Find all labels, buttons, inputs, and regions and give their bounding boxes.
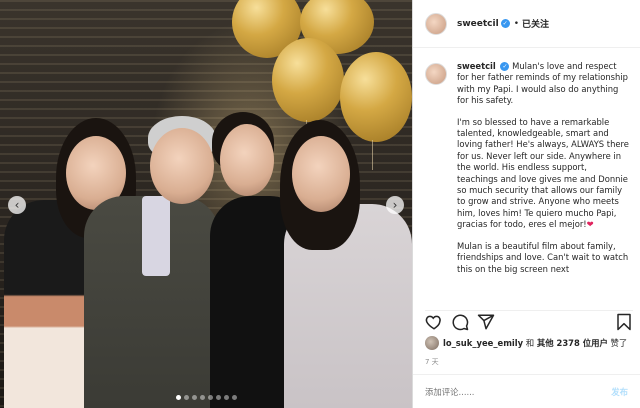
next-photo-button[interactable]: › — [386, 196, 404, 214]
caption-username-link[interactable]: sweetcil — [457, 61, 496, 71]
carousel-dot — [207, 395, 213, 400]
liker-username-link[interactable]: lo_suk_yee_emily — [443, 338, 523, 348]
carousel-dot — [191, 395, 197, 400]
username-link[interactable]: sweetcil — [457, 19, 499, 29]
separator-dot: • — [513, 18, 519, 29]
post-caption: sweetcil ✓ Mulan's love and respect for … — [457, 61, 630, 305]
caption-scroll-area[interactable]: sweetcil ✓ Mulan's love and respect for … — [413, 49, 640, 305]
avatar[interactable] — [425, 12, 447, 35]
carousel-dot — [223, 395, 229, 400]
carousel-dot — [199, 395, 205, 400]
gold-balloon — [272, 38, 344, 122]
post-side-panel: sweetcil ✓ • 已关注 sweetcil ✓ Mulan's love… — [412, 0, 640, 408]
carousel-dot — [183, 395, 189, 400]
red-heart-emoji: ❤ — [586, 219, 594, 230]
liker-avatar[interactable] — [425, 336, 439, 350]
post-header: sweetcil ✓ • 已关注 — [413, 0, 640, 48]
likes-suffix: 赞了 — [607, 338, 628, 348]
person-father-shirt — [142, 196, 170, 276]
gold-balloon — [340, 52, 412, 142]
chevron-left-icon: ‹ — [14, 198, 20, 212]
comment-composer: 发布 — [413, 374, 640, 408]
carousel-dot — [231, 395, 237, 400]
likes-count-link[interactable]: 其他 2378 位用户 — [537, 337, 608, 349]
paper-plane-icon[interactable] — [477, 313, 495, 331]
carousel-dot — [175, 395, 181, 400]
heart-outline-icon[interactable] — [425, 313, 443, 331]
caption-paragraph: I'm so blessed to have a remarkable tale… — [457, 116, 629, 230]
carousel-indicator — [0, 395, 412, 400]
person-father-face — [150, 128, 214, 204]
balloon-string — [372, 140, 373, 170]
bookmark-icon[interactable] — [615, 313, 633, 331]
likes-and: 和 — [523, 338, 537, 348]
post-actions-bar — [425, 310, 633, 332]
post-timestamp[interactable]: 7 天 — [425, 357, 439, 367]
carousel-dot — [215, 395, 221, 400]
prev-photo-button[interactable]: ‹ — [8, 196, 26, 214]
comment-input[interactable] — [425, 386, 612, 397]
person-right-face — [292, 136, 350, 212]
verified-badge-icon: ✓ — [500, 19, 510, 28]
likes-summary: lo_suk_yee_emily 和 其他 2378 位用户 赞了 — [425, 336, 627, 350]
verified-badge-icon: ✓ — [500, 62, 510, 71]
caption-paragraph: Mulan is a beautiful film about family, … — [457, 240, 629, 274]
post-comment-button[interactable]: 发布 — [611, 386, 628, 398]
person-mother-face — [220, 124, 274, 196]
avatar[interactable] — [425, 63, 447, 85]
chevron-right-icon: › — [392, 198, 398, 212]
following-button[interactable]: 已关注 — [522, 17, 549, 30]
comment-bubble-icon[interactable] — [451, 313, 469, 331]
post-photo[interactable]: ‹ › — [0, 0, 412, 408]
